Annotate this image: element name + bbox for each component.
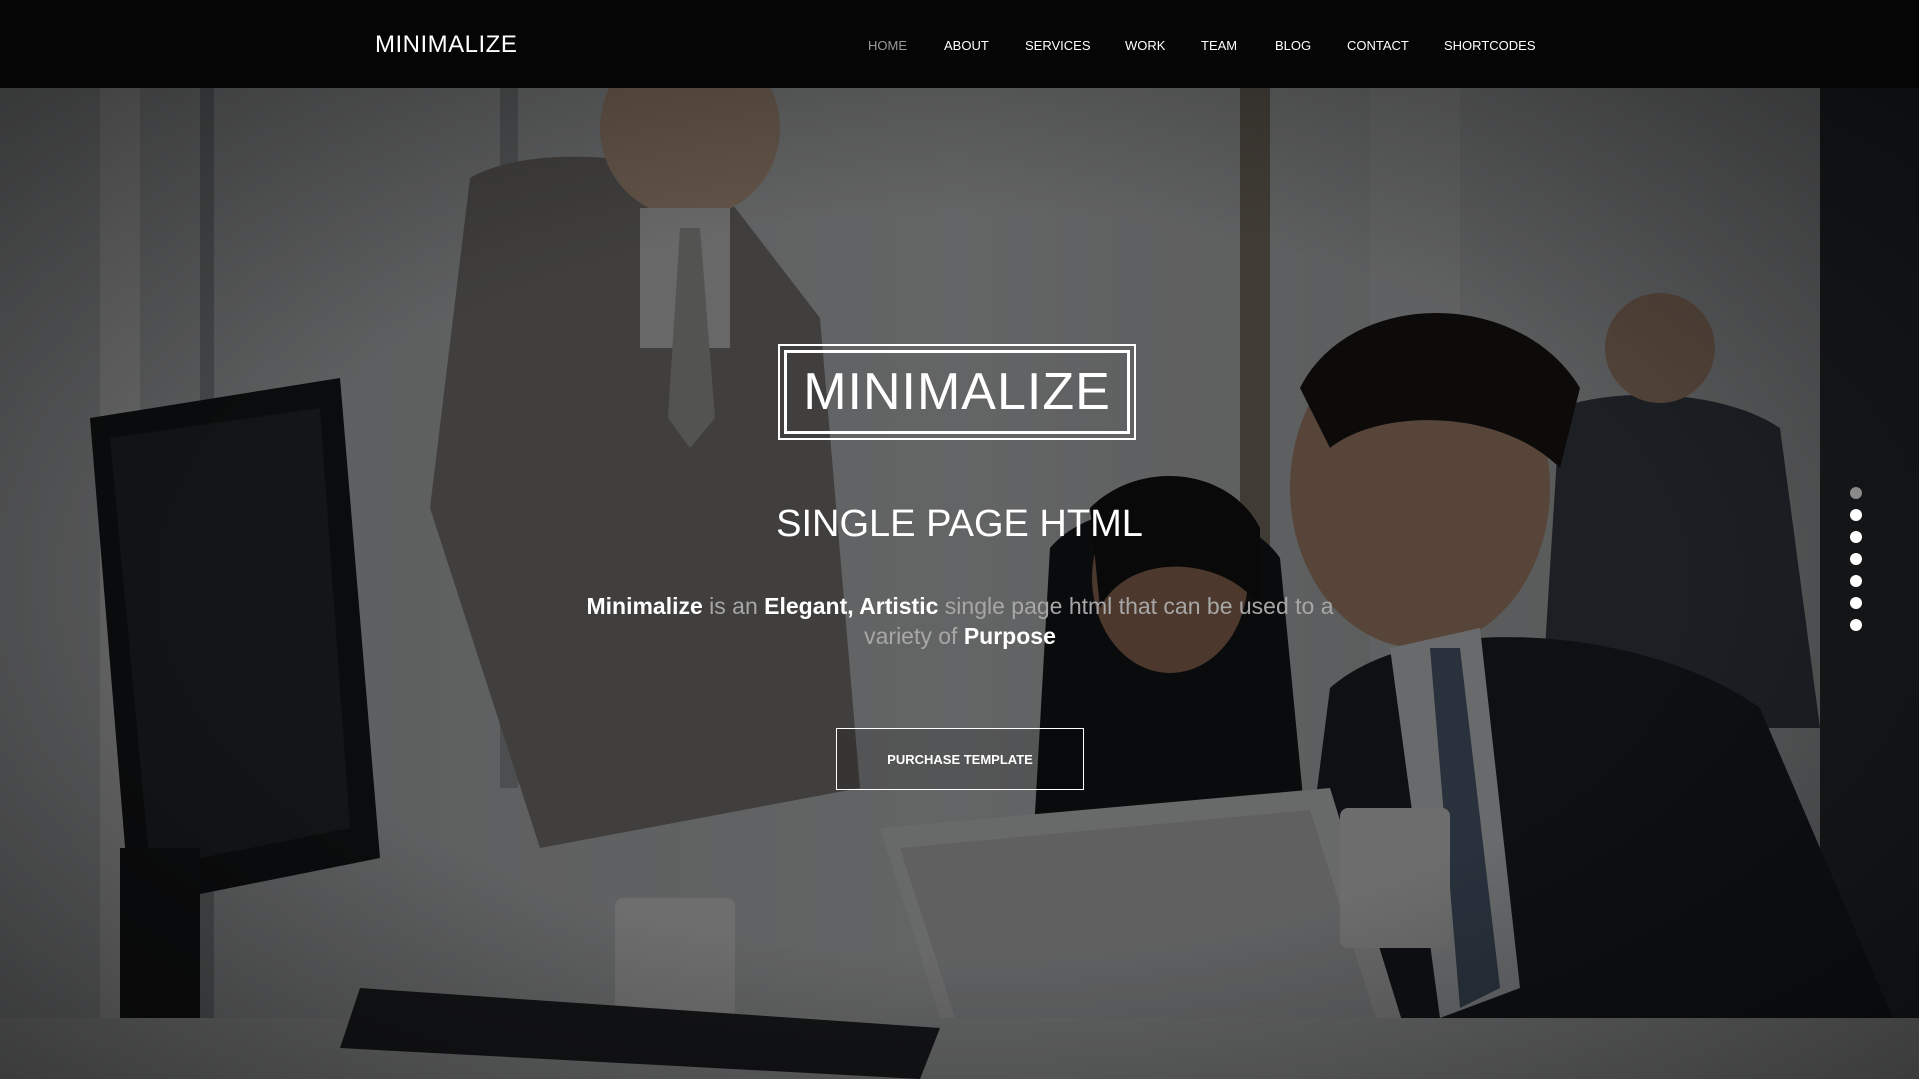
slide-dot-2[interactable] xyxy=(1850,509,1862,521)
slide-dot-3[interactable] xyxy=(1850,531,1862,543)
nav-item-blog[interactable]: BLOG xyxy=(1275,38,1311,53)
slide-dot-7[interactable] xyxy=(1850,619,1862,631)
hero-subtitle: SINGLE PAGE HTML xyxy=(776,503,1143,545)
navbar: MINIMALIZE HOME ABOUT SERVICES WORK TEAM… xyxy=(0,0,1919,88)
purchase-template-button[interactable]: PURCHASE TEMPLATE xyxy=(836,728,1084,790)
nav-item-services[interactable]: SERVICES xyxy=(1025,38,1091,53)
hero-section xyxy=(0,88,1919,1079)
tagline-emphasis: Elegant, Artistic xyxy=(764,593,939,619)
hero-tagline: Minimalize is an Elegant, Artistic singl… xyxy=(560,591,1360,651)
slide-dot-nav xyxy=(1850,487,1864,641)
nav-item-shortcodes[interactable]: SHORTCODES xyxy=(1444,38,1536,53)
tagline-text: is an xyxy=(702,593,765,619)
slide-dot-1[interactable] xyxy=(1850,487,1862,499)
nav-item-about[interactable]: ABOUT xyxy=(944,38,989,53)
hero-logo-inner-border: MINIMALIZE xyxy=(784,350,1130,434)
hero-dark-overlay xyxy=(0,88,1919,1079)
nav-item-home[interactable]: HOME xyxy=(868,38,907,53)
hero-logo-text: MINIMALIZE xyxy=(803,363,1111,421)
slide-dot-6[interactable] xyxy=(1850,597,1862,609)
tagline-purpose: Purpose xyxy=(963,623,1056,649)
main-nav: HOME ABOUT SERVICES WORK TEAM BLOG CONTA… xyxy=(0,38,1919,54)
hero-logo-box: MINIMALIZE xyxy=(778,344,1136,440)
slide-dot-5[interactable] xyxy=(1850,575,1862,587)
page: MINIMALIZE HOME ABOUT SERVICES WORK TEAM… xyxy=(0,0,1919,1079)
slide-dot-4[interactable] xyxy=(1850,553,1862,565)
nav-item-team[interactable]: TEAM xyxy=(1201,38,1237,53)
nav-item-contact[interactable]: CONTACT xyxy=(1347,38,1409,53)
nav-item-work[interactable]: WORK xyxy=(1125,38,1165,53)
tagline-brand: Minimalize xyxy=(586,593,703,619)
